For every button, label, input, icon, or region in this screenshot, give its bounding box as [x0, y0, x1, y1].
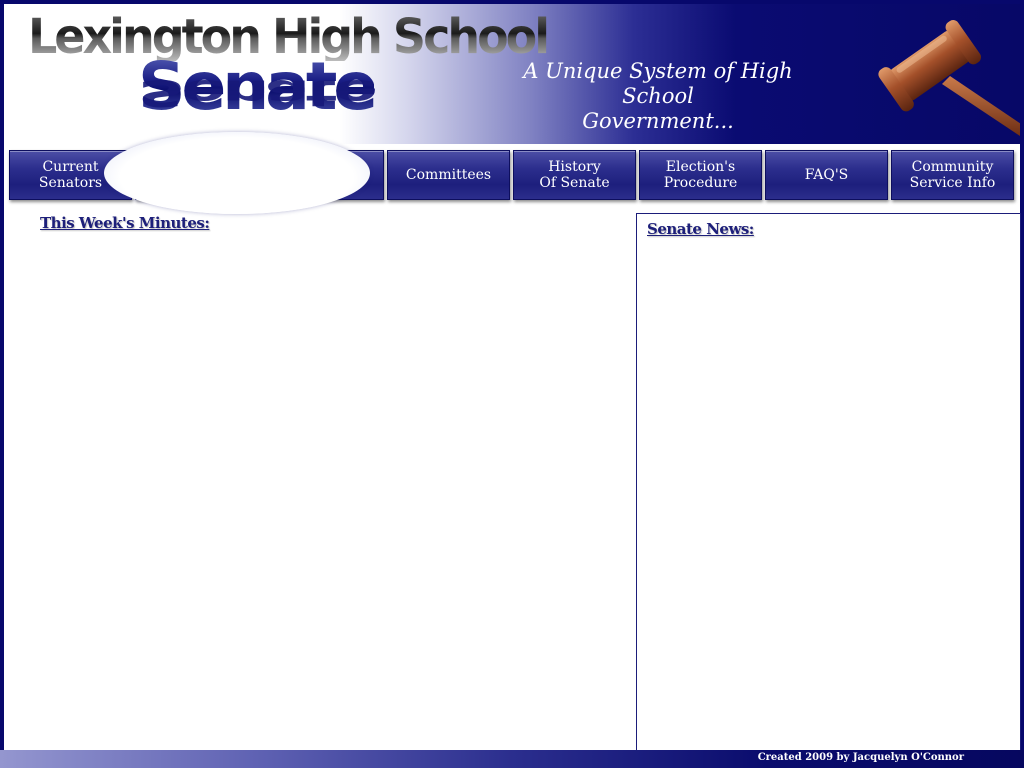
- footer-bar: Created 2009 by Jacquelyn O'Connor: [0, 750, 1024, 768]
- nav-elections-procedure[interactable]: Election's Procedure: [639, 150, 762, 200]
- senate-wordmark-reflection: Senate: [138, 71, 375, 115]
- nav-community-service-info[interactable]: Community Service Info: [891, 150, 1014, 200]
- tagline: A Unique System of High School Governmen…: [498, 59, 818, 134]
- news-heading: Senate News:: [647, 220, 754, 238]
- tagline-line-2: Government...: [582, 109, 734, 133]
- nav-committees[interactable]: Committees: [387, 150, 510, 200]
- site-header: Lexington High School Senate Senate A Un…: [4, 4, 1020, 144]
- nav-faqs[interactable]: FAQ'S: [765, 150, 888, 200]
- nav-history-of-senate[interactable]: History Of Senate: [513, 150, 636, 200]
- header-ellipse-overlay: [104, 132, 370, 214]
- minutes-heading: This Week's Minutes:: [40, 214, 210, 232]
- footer-credit: Created 2009 by Jacquelyn O'Connor: [757, 752, 964, 763]
- tagline-line-1: A Unique System of High School: [523, 59, 793, 108]
- senate-news-panel: Senate News:: [636, 213, 1021, 752]
- gavel-icon: [878, 20, 1020, 136]
